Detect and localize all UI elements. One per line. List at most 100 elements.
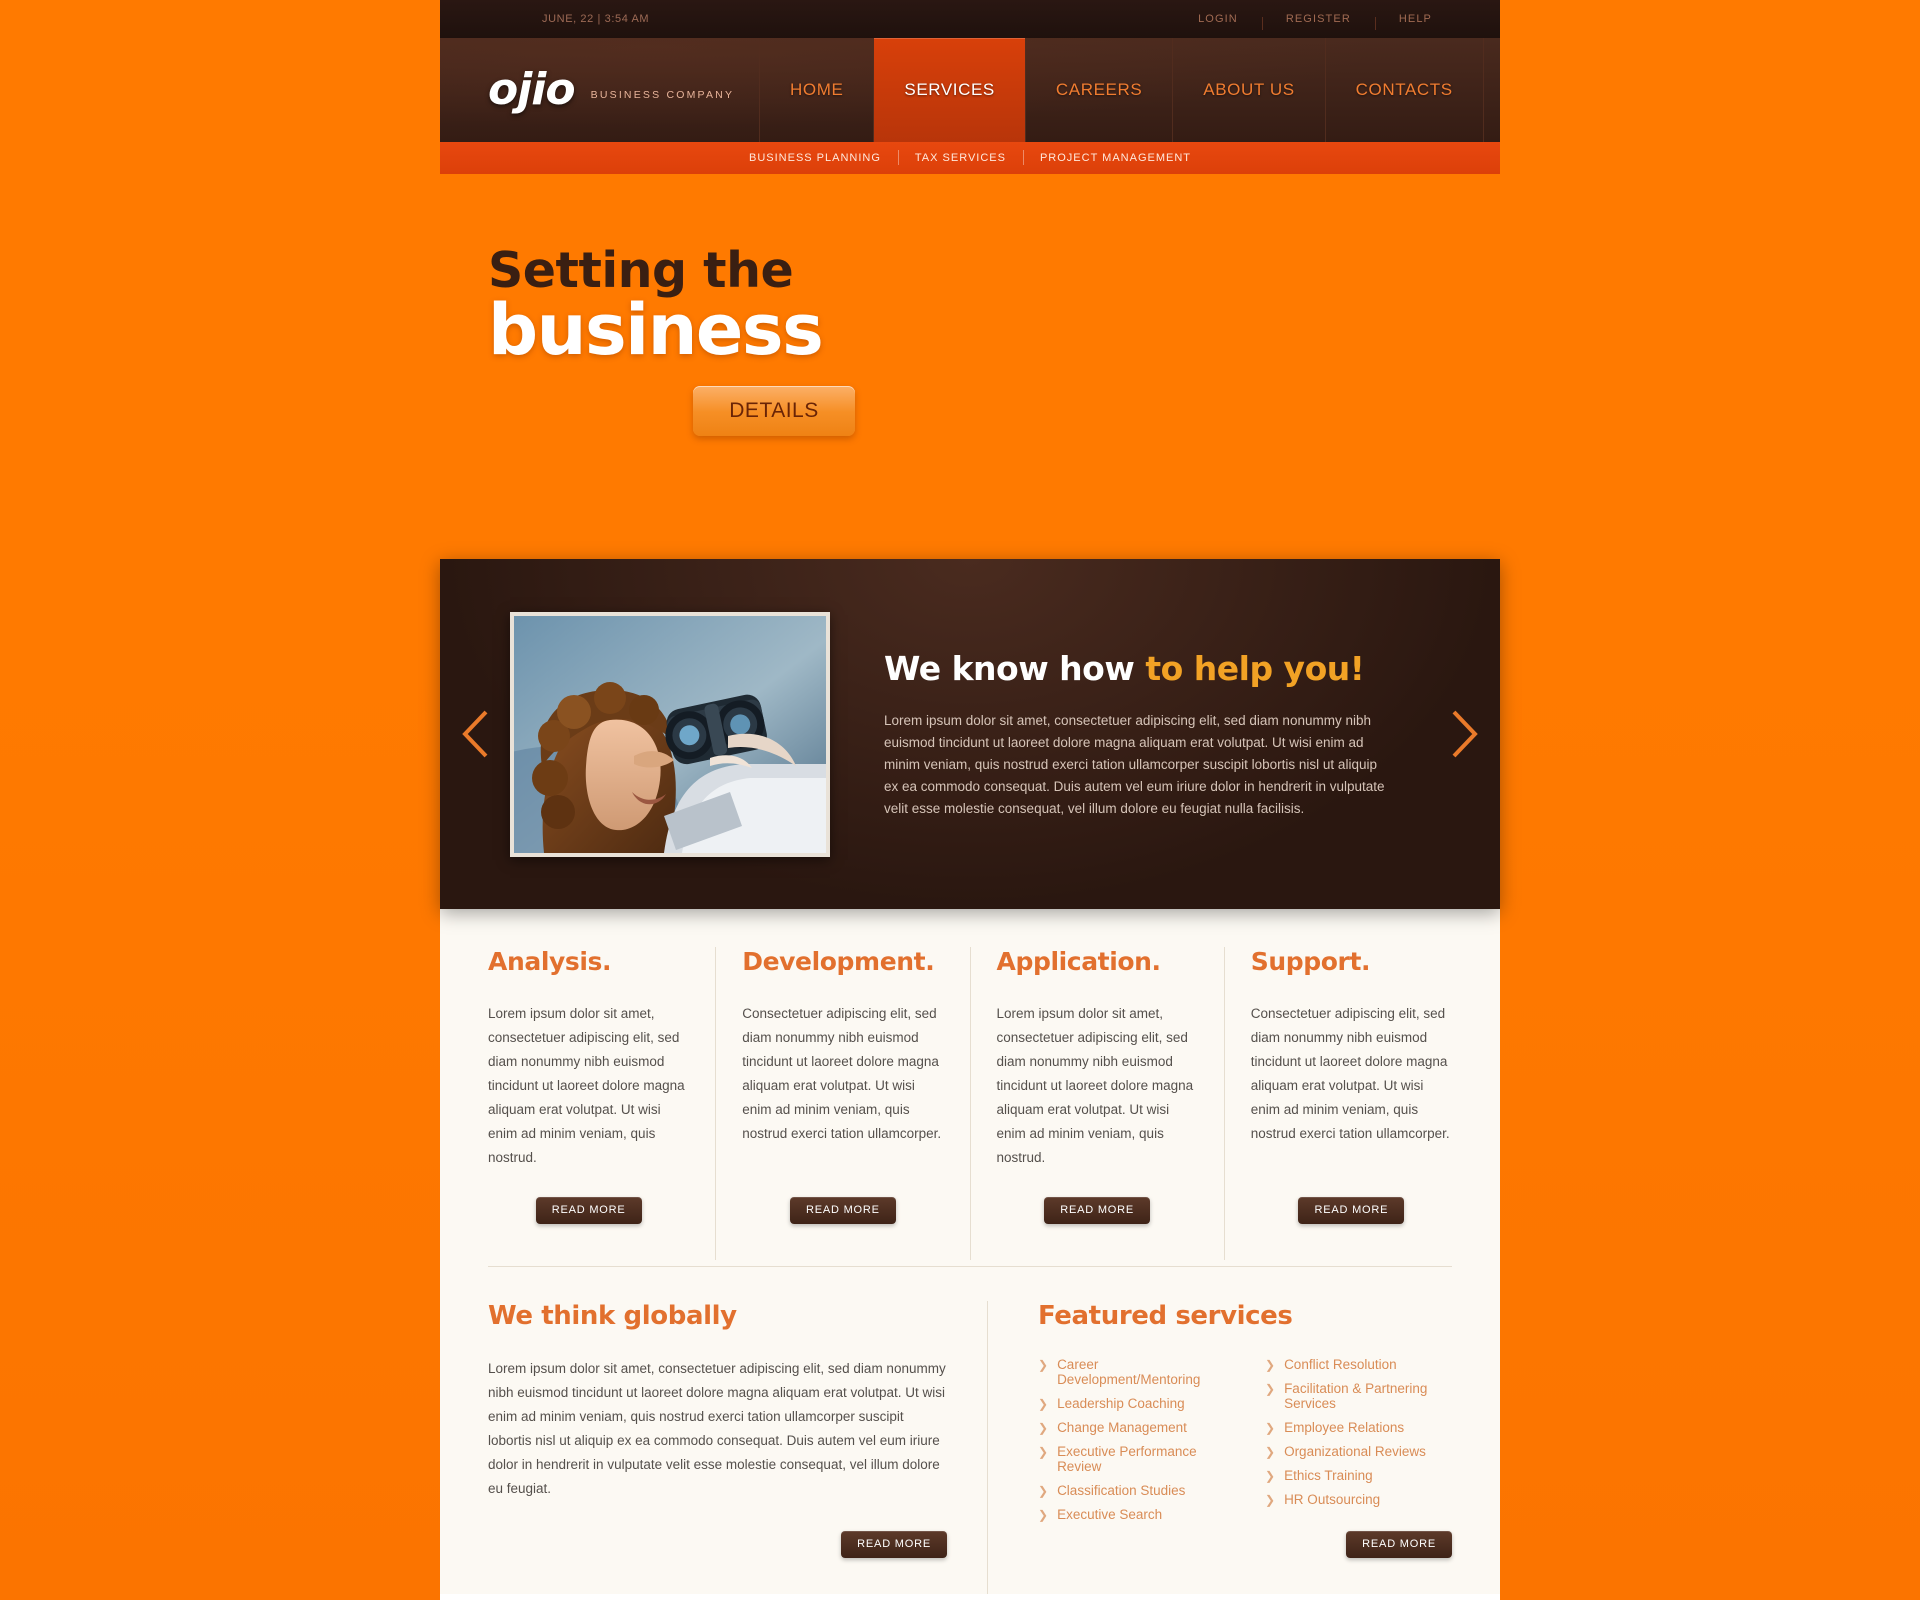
logo-block[interactable]: ojio BUSINESS COMPANY — [440, 38, 760, 142]
service-link[interactable]: Executive Performance Review — [1057, 1444, 1225, 1474]
chevron-right-icon: ❯ — [1265, 1469, 1276, 1483]
column-heading: Analysis. — [488, 947, 612, 976]
service-link[interactable]: Facilitation & Partnering Services — [1284, 1381, 1452, 1411]
list-item[interactable]: ❯ Organizational Reviews — [1265, 1444, 1452, 1459]
we-think-globally-section: We think globally Lorem ipsum dolor sit … — [488, 1301, 988, 1594]
list-item[interactable]: ❯ Facilitation & Partnering Services — [1265, 1381, 1452, 1411]
section-heading: We think globally — [488, 1301, 737, 1331]
chevron-right-icon: ❯ — [1265, 1493, 1276, 1507]
slider-paragraph: Lorem ipsum dolor sit amet, consectetuer… — [884, 712, 1385, 816]
topbar-links: LOGIN REGISTER HELP — [1174, 0, 1456, 38]
service-link[interactable]: Employee Relations — [1284, 1420, 1404, 1435]
chevron-right-icon: ❯ — [1038, 1421, 1049, 1435]
list-item[interactable]: ❯ Classification Studies — [1038, 1483, 1225, 1498]
slider-title-white: We know how — [884, 648, 1146, 688]
page-root: JUNE, 22 | 3:54 AM LOGIN REGISTER HELP o… — [0, 0, 1920, 1600]
read-more-button[interactable]: READ MORE — [1298, 1197, 1405, 1224]
service-link[interactable]: Leadership Coaching — [1057, 1396, 1185, 1411]
logo-text: ojio — [488, 64, 576, 115]
help-link[interactable]: HELP — [1374, 13, 1456, 30]
service-link[interactable]: Executive Search — [1057, 1507, 1162, 1522]
chevron-right-icon: ❯ — [1038, 1484, 1049, 1498]
service-column-application: Application. Lorem ipsum dolor sit amet,… — [971, 947, 1225, 1260]
list-item[interactable]: ❯ Executive Search — [1038, 1507, 1225, 1522]
nav-item-home[interactable]: HOME — [760, 38, 875, 142]
service-link[interactable]: Change Management — [1057, 1420, 1187, 1435]
read-more-button[interactable]: READ MORE — [535, 1197, 642, 1224]
chevron-right-icon: ❯ — [1038, 1358, 1049, 1372]
engine-photo — [975, 164, 1395, 514]
nav-item-about-us[interactable]: ABOUT US — [1173, 38, 1326, 142]
nav-item-careers[interactable]: CAREERS — [1026, 38, 1174, 142]
service-link[interactable]: Career Development/Mentoring — [1057, 1357, 1225, 1387]
service-link[interactable]: Organizational Reviews — [1284, 1444, 1426, 1459]
featured-services-right-list: ❯ Conflict Resolution ❯ Facilitation & Par… — [1265, 1357, 1452, 1531]
service-column-development: Development. Consectetuer adipiscing eli… — [716, 947, 971, 1260]
chevron-right-icon: ❯ — [1038, 1397, 1049, 1411]
list-item[interactable]: ❯ Employee Relations — [1265, 1420, 1452, 1435]
slider-prev-button[interactable] — [440, 707, 510, 761]
chevron-right-icon: ❯ — [1038, 1508, 1049, 1522]
logo-tagline: BUSINESS COMPANY — [590, 89, 735, 101]
details-button[interactable]: DETAILS — [693, 385, 855, 436]
column-heading: Application. — [996, 947, 1162, 976]
service-link[interactable]: HR Outsourcing — [1284, 1492, 1380, 1507]
chevron-right-icon: ❯ — [1265, 1445, 1276, 1459]
subnav-item-project-management[interactable]: PROJECT MANAGEMENT — [1022, 150, 1208, 165]
column-paragraph: Consectetuer adipiscing elit, sed diam n… — [1250, 1006, 1450, 1141]
read-more-button[interactable]: READ MORE — [841, 1531, 947, 1558]
main-content: Analysis. Lorem ipsum dolor sit amet, co… — [440, 909, 1500, 1594]
hero-headline-line1: Setting the — [488, 242, 794, 299]
list-item[interactable]: ❯ Career Development/Mentoring — [1038, 1357, 1225, 1387]
service-column-analysis: Analysis. Lorem ipsum dolor sit amet, co… — [488, 947, 717, 1260]
read-more-button[interactable]: READ MORE — [1346, 1531, 1452, 1558]
topbar-datetime: JUNE, 22 | 3:54 AM — [542, 13, 650, 25]
subnav-item-tax-services[interactable]: TAX SERVICES — [897, 150, 1023, 165]
service-link[interactable]: Ethics Training — [1284, 1468, 1373, 1483]
chevron-right-icon: ❯ — [1265, 1421, 1276, 1435]
slider-title: We know how to help you! — [884, 649, 1388, 688]
site-header: ojio BUSINESS COMPANY HOME SERVICES CARE… — [440, 38, 1500, 142]
subnav-item-business-planning[interactable]: BUSINESS PLANNING — [732, 152, 898, 164]
service-columns: Analysis. Lorem ipsum dolor sit amet, co… — [488, 947, 1452, 1260]
chevron-right-icon — [1452, 710, 1478, 758]
site-wrapper: JUNE, 22 | 3:54 AM LOGIN REGISTER HELP o… — [440, 0, 1500, 1600]
featured-services-left-list: ❯ Career Development/Mentoring ❯ Leadershi… — [1038, 1357, 1225, 1531]
read-more-button[interactable]: READ MORE — [1044, 1197, 1151, 1224]
site-footer: OJIO © 2011 ALL RIGHTS RESERVED | PRIVAC… — [440, 1594, 1500, 1600]
main-nav: HOME SERVICES CAREERS ABOUT US CONTACTS — [760, 38, 1500, 142]
column-heading: Support. — [1250, 947, 1371, 976]
login-link[interactable]: LOGIN — [1174, 13, 1262, 25]
chevron-right-icon: ❯ — [1265, 1382, 1276, 1396]
slider-body: We know how to help you! Lorem ipsum dol… — [830, 649, 1430, 820]
list-item[interactable]: ❯ Conflict Resolution — [1265, 1357, 1452, 1372]
nav-item-contacts[interactable]: CONTACTS — [1326, 38, 1484, 142]
slider-next-button[interactable] — [1430, 707, 1500, 761]
column-paragraph: Consectetuer adipiscing elit, sed diam n… — [742, 1006, 942, 1141]
hero-banner: Setting the business DETAILS — [440, 174, 1500, 559]
list-item[interactable]: ❯ HR Outsourcing — [1265, 1492, 1452, 1507]
chevron-left-icon — [462, 710, 488, 758]
featured-slider: We know how to help you! Lorem ipsum dol… — [440, 559, 1500, 909]
list-item[interactable]: ❯ Change Management — [1038, 1420, 1225, 1435]
column-paragraph: Lorem ipsum dolor sit amet, consectetuer… — [488, 1006, 685, 1165]
hero-headline-line2: business — [488, 289, 824, 371]
section-heading: Featured services — [1038, 1301, 1293, 1331]
section-divider — [488, 1266, 1452, 1267]
nav-item-services[interactable]: SERVICES — [874, 38, 1026, 142]
list-item[interactable]: ❯ Executive Performance Review — [1038, 1444, 1225, 1474]
lower-sections: We think globally Lorem ipsum dolor sit … — [488, 1301, 1452, 1594]
featured-services-lists: ❯ Career Development/Mentoring ❯ Leadershi… — [1038, 1357, 1452, 1531]
service-link[interactable]: Conflict Resolution — [1284, 1357, 1397, 1372]
chevron-right-icon: ❯ — [1265, 1358, 1276, 1372]
column-paragraph: Lorem ipsum dolor sit amet, consectetuer… — [996, 1006, 1194, 1165]
featured-services-section: Featured services ❯ Career Development/Me… — [988, 1301, 1452, 1594]
read-more-button[interactable]: READ MORE — [789, 1197, 896, 1224]
list-item[interactable]: ❯ Ethics Training — [1265, 1468, 1452, 1483]
slider-photo — [510, 611, 830, 857]
list-item[interactable]: ❯ Leadership Coaching — [1038, 1396, 1225, 1411]
hero-text-block: Setting the business DETAILS — [488, 246, 958, 436]
service-link[interactable]: Classification Studies — [1057, 1483, 1185, 1498]
register-link[interactable]: REGISTER — [1261, 13, 1375, 30]
topbar: JUNE, 22 | 3:54 AM LOGIN REGISTER HELP — [440, 0, 1500, 38]
